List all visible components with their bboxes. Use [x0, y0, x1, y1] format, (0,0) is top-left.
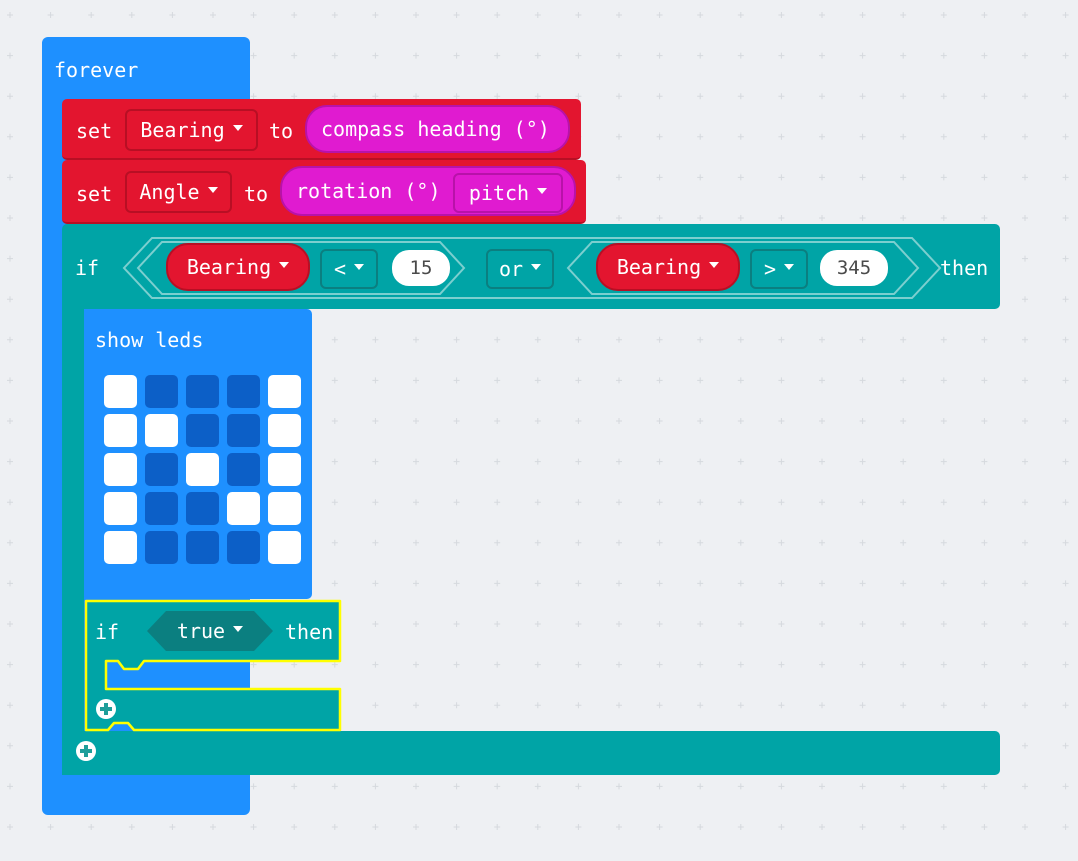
set-angle-set-label: set [76, 182, 113, 206]
caret-down-icon [233, 626, 244, 632]
led-on[interactable] [104, 531, 137, 564]
caret-down-icon [709, 262, 720, 268]
led-off[interactable] [186, 492, 219, 525]
greater-than-label: > [763, 257, 777, 281]
plus-circle-icon[interactable] [76, 741, 96, 761]
bearing-right-label: Bearing [616, 255, 702, 279]
bearing-variable-reporter-right[interactable]: Bearing [596, 243, 740, 291]
set-angle-to-label: to [244, 182, 269, 206]
or-operator-dropdown[interactable]: or [486, 249, 554, 289]
bearing-variable-dropdown[interactable]: Bearing [125, 109, 258, 151]
led-on[interactable] [268, 492, 301, 525]
caret-down-icon [537, 188, 548, 194]
caret-down-icon [531, 264, 542, 270]
led-off[interactable] [145, 453, 178, 486]
forever-label: forever [54, 58, 139, 82]
led-on[interactable] [268, 531, 301, 564]
caret-down-icon [232, 125, 243, 131]
compass-heading-label: compass heading (°) [321, 117, 550, 141]
bearing-variable-label: Bearing [140, 118, 225, 142]
or-label: or [498, 257, 524, 281]
show-leds-label: show leds [95, 328, 204, 352]
if-inner-then-label: then [285, 620, 334, 644]
led-off[interactable] [227, 531, 260, 564]
led-off[interactable] [145, 375, 178, 408]
led-on[interactable] [145, 414, 178, 447]
angle-variable-label: Angle [139, 180, 200, 204]
rotation-axis-label: pitch [468, 181, 530, 205]
bearing-variable-reporter-left[interactable]: Bearing [166, 243, 310, 291]
compass-heading-reporter[interactable]: compass heading (°) [305, 105, 570, 153]
led-on[interactable] [268, 414, 301, 447]
led-off[interactable] [227, 414, 260, 447]
less-than-label: < [333, 257, 347, 281]
led-off[interactable] [227, 453, 260, 486]
led-off[interactable] [186, 375, 219, 408]
led-on[interactable] [268, 375, 301, 408]
if-outer-then-label: then [940, 256, 989, 280]
less-than-operator-dropdown[interactable]: < [320, 249, 378, 289]
led-on[interactable] [227, 492, 260, 525]
greater-than-operator-dropdown[interactable]: > [750, 249, 808, 289]
caret-down-icon [207, 187, 218, 193]
led-on[interactable] [268, 453, 301, 486]
rotation-axis-dropdown[interactable]: pitch [453, 173, 563, 213]
rotation-label: rotation (°) [296, 179, 441, 203]
caret-down-icon [354, 264, 365, 270]
led-off[interactable] [186, 414, 219, 447]
led-off[interactable] [186, 531, 219, 564]
if-outer-if-label: if [75, 256, 100, 280]
led-on[interactable] [104, 375, 137, 408]
plus-circle-icon[interactable] [96, 699, 116, 719]
blocks-workspace[interactable]: forever set Bearing to compass heading (… [0, 0, 1078, 861]
number-input-15[interactable]: 15 [392, 250, 450, 286]
if-inner-if-label: if [95, 620, 120, 644]
set-bearing-set-label: set [76, 119, 113, 143]
angle-variable-dropdown[interactable]: Angle [125, 171, 232, 213]
true-label: true [176, 619, 226, 643]
led-off[interactable] [145, 492, 178, 525]
led-on[interactable] [104, 414, 137, 447]
led-on[interactable] [104, 453, 137, 486]
caret-down-icon [784, 264, 795, 270]
set-bearing-to-label: to [269, 119, 294, 143]
led-off[interactable] [145, 531, 178, 564]
led-on[interactable] [186, 453, 219, 486]
number-input-345[interactable]: 345 [820, 250, 888, 286]
if-outer-left-arm [62, 300, 84, 775]
caret-down-icon [279, 262, 290, 268]
true-boolean-dropdown[interactable]: true [160, 612, 260, 650]
bearing-left-label: Bearing [186, 255, 272, 279]
led-off[interactable] [227, 375, 260, 408]
led-grid [104, 375, 304, 575]
led-on[interactable] [104, 492, 137, 525]
if-outer-footer[interactable] [62, 731, 1000, 775]
